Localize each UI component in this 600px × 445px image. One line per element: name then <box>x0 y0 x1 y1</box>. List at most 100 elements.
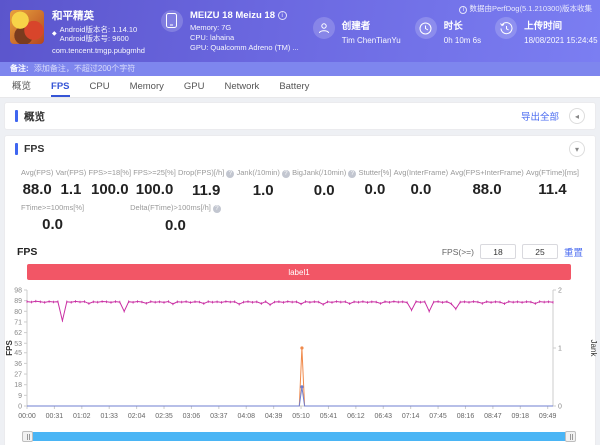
tab-Network[interactable]: Network <box>224 76 259 97</box>
metric-label: Drop(FPS)[/h]? <box>178 168 234 178</box>
metric-value: 88.0 <box>450 181 523 198</box>
info-icon[interactable]: ? <box>348 170 356 178</box>
x-tick-label: 04:39 <box>265 413 283 420</box>
fps-chart-area: label1 0918273645536271808998012FPSJank0… <box>5 264 595 445</box>
x-tick-label: 06:12 <box>347 413 365 420</box>
tab-FPS[interactable]: FPS <box>51 76 69 97</box>
fps-metrics-row2: FTime>=100ms[%]0.0Delta(FTime)>100ms[/h]… <box>5 199 595 234</box>
x-tick-label: 02:35 <box>155 413 173 420</box>
fps-threshold-input-1[interactable] <box>480 244 516 259</box>
metric-FPS>=18[%]: FPS>=18[%]100.0 <box>89 168 132 199</box>
metric-value: 0.0 <box>359 181 392 198</box>
duration-block: 时长 0h 10m 6s <box>415 17 481 45</box>
section-accent-bar <box>15 110 18 122</box>
metric-value: 11.4 <box>526 181 579 198</box>
metric-label: BigJank(/10min)? <box>292 168 356 178</box>
remark-placeholder: 添加备注，不超过200个字符 <box>34 64 135 73</box>
creator-block: 创建者 Tim ChenTianYu <box>313 17 401 45</box>
device-info-icon[interactable]: i <box>278 11 287 20</box>
series-Jank <box>27 348 553 406</box>
y-axis-title-left: FPS <box>5 340 14 356</box>
x-tick-label: 01:33 <box>100 413 118 420</box>
metric-Avg(FPS+InterFrame): Avg(FPS+InterFrame) 88.0 <box>450 168 523 199</box>
metric-value: 1.0 <box>237 182 290 199</box>
tab-Battery[interactable]: Battery <box>279 76 309 97</box>
fps-metrics-row1: Avg(FPS)88.0Var(FPS)1.1FPS>=18[%]100.0FP… <box>5 162 595 199</box>
x-tick-label: 03:37 <box>210 413 228 420</box>
tab-Memory[interactable]: Memory <box>130 76 164 97</box>
duration-label: 时长 <box>444 18 481 32</box>
metric-label: Avg(FPS+InterFrame) <box>450 168 523 177</box>
slider-handle-right[interactable] <box>565 431 576 442</box>
tab-GPU[interactable]: GPU <box>184 76 205 97</box>
creator-value: Tim ChenTianYu <box>342 36 401 45</box>
reset-button[interactable]: 重置 <box>564 245 583 259</box>
history-clock-icon <box>495 17 517 39</box>
info-icon[interactable]: ? <box>213 205 221 213</box>
app-version-name: Android版本名: 1.14.10 <box>60 25 138 34</box>
y-tick-label: 27 <box>14 372 22 379</box>
remark-bar[interactable]: 备注: 添加备注，不超过200个字符 <box>0 62 600 76</box>
metric-value: 88.0 <box>21 181 53 198</box>
metric-label: Jank(/10min)? <box>237 168 290 178</box>
metric-value: 0.0 <box>130 217 221 234</box>
fps-threshold-controls: FPS(>=) 重置 <box>442 244 583 259</box>
metric-label: Var(FPS) <box>56 168 87 177</box>
x-tick-label: 05:41 <box>320 413 338 420</box>
device-name: MEIZU 18 Meizu 18 i <box>190 10 299 21</box>
clock-icon <box>415 17 437 39</box>
phone-icon <box>161 10 183 32</box>
tab-CPU[interactable]: CPU <box>90 76 110 97</box>
tab-概览[interactable]: 概览 <box>12 76 31 97</box>
y-tick-label: 80 <box>14 309 22 316</box>
metric-label: Avg(InterFrame) <box>394 168 448 177</box>
app-title: 和平精英 <box>52 8 145 23</box>
game-app-icon <box>10 10 44 44</box>
device-cpu: CPU: lahaina <box>190 33 299 43</box>
upload-time-block: 上传时间 18/08/2021 15:24:45 <box>495 17 597 45</box>
upload-time-value: 18/08/2021 15:24:45 <box>524 36 597 45</box>
x-tick-label: 09:49 <box>539 413 557 420</box>
metric-Drop(FPS)[/h]: Drop(FPS)[/h]?11.9 <box>178 168 234 199</box>
metric-label: Delta(FTime)>100ms[/h]? <box>130 203 221 213</box>
y-tick-label: 0 <box>558 404 562 411</box>
y-tick-label: 0 <box>18 404 22 411</box>
metric-label: FTime>=100ms[%] <box>21 203 84 212</box>
x-tick-label: 07:45 <box>429 413 447 420</box>
series-markers-FPS <box>27 300 553 322</box>
fps-chart-title: FPS <box>17 246 37 258</box>
metric-Jank(/10min): Jank(/10min)? 1.0 <box>237 168 290 199</box>
slider-handle-left[interactable] <box>22 431 33 442</box>
metric-value: 1.1 <box>56 181 87 198</box>
person-icon <box>313 17 335 39</box>
metric-Stutter[%]: Stutter[%]0.0 <box>359 168 392 199</box>
metric-FTime>=100ms[%]: FTime>=100ms[%]0.0 <box>21 203 84 234</box>
fps-threshold-input-2[interactable] <box>522 244 558 259</box>
metric-Avg(InterFrame): Avg(InterFrame)0.0 <box>394 168 448 199</box>
upload-time-label: 上传时间 <box>524 18 597 32</box>
overview-title: 概览 <box>24 109 45 124</box>
fps-chart: 0918273645536271808998012FPSJank00:0000:… <box>5 284 597 424</box>
chevron-down-icon[interactable]: ▾ <box>569 141 585 157</box>
section-accent-bar <box>15 143 18 155</box>
device-memory: Memory: 7G <box>190 23 299 33</box>
chart-annotation-band: label1 <box>27 264 571 280</box>
metric-Delta(FTime)>100ms[/h]: Delta(FTime)>100ms[/h]? 0.0 <box>130 203 221 234</box>
x-tick-label: 05:10 <box>292 413 310 420</box>
info-icon[interactable]: ? <box>226 170 234 178</box>
y-tick-label: 1 <box>558 346 562 353</box>
chevron-left-icon[interactable]: ◂ <box>569 108 585 124</box>
x-tick-label: 08:16 <box>457 413 475 420</box>
y-tick-label: 36 <box>14 361 22 368</box>
x-tick-label: 07:14 <box>402 413 420 420</box>
metric-value: 100.0 <box>133 181 176 198</box>
device-gpu: GPU: Qualcomm Adreno (TM) ... <box>190 43 299 53</box>
collect-note: i数据由PerfDog(5.1.210300)版本收集 <box>459 3 592 14</box>
metric-label: Avg(FTime)[ms] <box>526 168 579 177</box>
export-all-link[interactable]: 导出全部 <box>521 109 559 123</box>
fps-section: FPS ▾ Avg(FPS)88.0Var(FPS)1.1FPS>=18[%]1… <box>4 135 596 445</box>
info-icon[interactable]: ? <box>282 170 290 178</box>
slider-track[interactable] <box>27 432 571 441</box>
x-tick-label: 09:18 <box>512 413 530 420</box>
series-peak-BigJank <box>300 385 303 388</box>
